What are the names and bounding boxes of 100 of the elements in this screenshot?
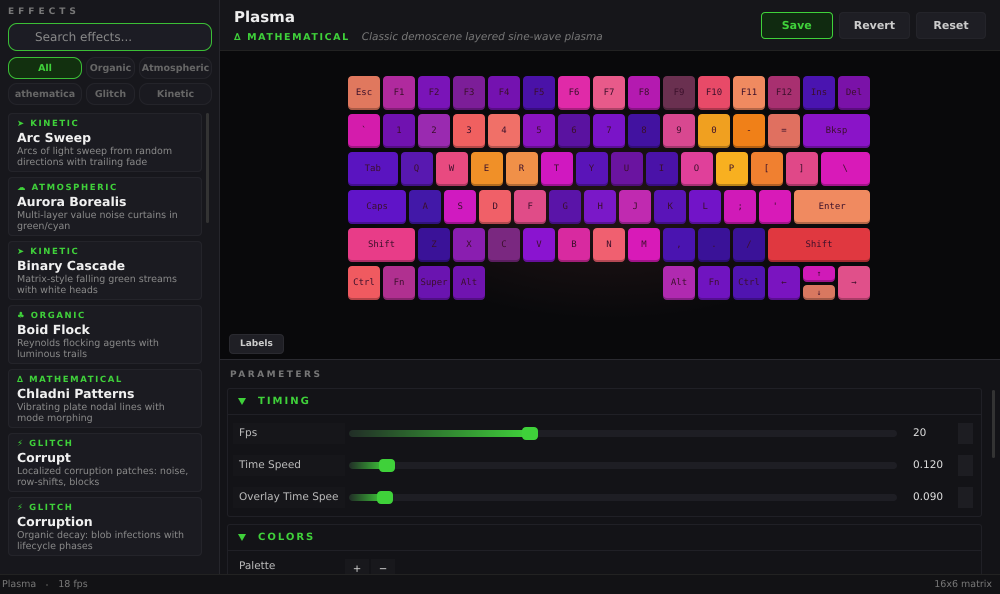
keyboard-key[interactable]: B [558, 228, 590, 262]
labels-button[interactable]: Labels [229, 334, 284, 354]
effect-card[interactable]: ⚡ GLITCH Corruption Organic decay: blob infections with lifecycle phases [8, 497, 202, 556]
slider-thumb[interactable] [522, 426, 538, 440]
keyboard-key[interactable]: F7 [593, 76, 625, 110]
keyboard-key[interactable]: Ctrl [348, 266, 380, 300]
keyboard-key[interactable]: C [488, 228, 520, 262]
keyboard-key[interactable]: ] [786, 152, 818, 186]
section-title: COLORS [258, 532, 316, 543]
keyboard-key[interactable]: F [514, 190, 546, 224]
effect-card[interactable]: ➤ KINETIC Binary Cascade Matrix-style falling green streams with white heads [8, 241, 202, 300]
save-button[interactable]: Save [760, 12, 833, 38]
slider[interactable] [349, 430, 897, 437]
effect-card[interactable]: ➤ KINETIC Arc Sweep Arcs of light sweep from random directions with trailing fade [8, 113, 202, 172]
section-heading: PARAMETERS [230, 370, 322, 380]
search-field[interactable]: Search effects... [8, 23, 212, 51]
keyboard-key[interactable]: J [619, 190, 652, 224]
keyboard-key[interactable]: Caps [348, 190, 406, 224]
keyboard-key[interactable]: - [733, 114, 765, 148]
toolbar-button[interactable]: Revert [838, 12, 910, 38]
keyboard-key[interactable]: Alt [663, 266, 695, 300]
keyboard-key[interactable]: N [593, 228, 625, 262]
keyboard-key[interactable]: W [436, 152, 468, 186]
keyboard-key[interactable]: 1 [383, 114, 415, 148]
keyboard-key[interactable]: P [716, 152, 748, 186]
keyboard-key[interactable]: 4 [488, 114, 520, 148]
remove-button[interactable]: − [371, 559, 395, 574]
effect-card[interactable]: ⚡ GLITCH Corrupt Localized corruption patches: noise, row-shifts, blocks [8, 433, 202, 492]
keyboard-key[interactable]: ' [759, 190, 792, 224]
keyboard-key[interactable]: ` [348, 114, 380, 148]
keyboard-key[interactable]: ↑ [803, 266, 835, 282]
value-field[interactable]: 0.120 [905, 455, 955, 476]
keyboard-key[interactable]: L [689, 190, 722, 224]
toolbar-button[interactable]: Reset [916, 12, 986, 38]
effect-card[interactable]: ∆ MATHEMATICAL Chladni Patterns Vibrating plate nodal lines with mode morphing [8, 369, 202, 428]
keyboard-key[interactable]: F3 [453, 76, 485, 110]
keyboard-key[interactable]: M [628, 228, 660, 262]
section-header[interactable]: TIMING [228, 389, 981, 415]
keyboard-key[interactable]: O [680, 152, 712, 186]
keyboard-key[interactable]: X [453, 228, 485, 262]
effect-name: Boid Flock [17, 322, 90, 338]
keyboard-key[interactable]: 3 [453, 114, 485, 148]
keyboard-key[interactable]: Enter [794, 190, 870, 224]
slider-thumb[interactable] [376, 490, 393, 504]
keyboard-key[interactable]: E [470, 152, 502, 186]
keyboard-key[interactable]: ↓ [803, 284, 835, 300]
effect-card[interactable]: ♣ ORGANIC Boid Flock Reynolds flocking agents with luminous trails [8, 305, 202, 364]
filter-chip[interactable]: Organic [86, 57, 135, 79]
keyboard-key[interactable]: 0 [698, 114, 730, 148]
keyboard-key[interactable]: D [479, 190, 512, 224]
keyboard-key[interactable]: Esc [348, 76, 380, 110]
status-matrix: 16x6 matrix [934, 579, 992, 590]
filter-chip[interactable]: All [8, 57, 82, 79]
keyboard-key[interactable]: Alt [453, 266, 485, 300]
keyboard-key[interactable]: Bksp [803, 114, 870, 148]
keyboard-key[interactable]: S [444, 190, 476, 224]
add-button[interactable]: + [345, 559, 369, 574]
keyboard-key[interactable]: [ [750, 152, 782, 186]
keyboard-key[interactable]: H [584, 190, 616, 224]
section-header[interactable]: COLORS [228, 525, 981, 551]
scrollbar[interactable] [992, 390, 995, 458]
keyboard-key[interactable]: V [523, 228, 555, 262]
keyboard-key[interactable]: ; [724, 190, 756, 224]
keyboard-key[interactable]: Del [838, 76, 870, 110]
keyboard-key[interactable]: F10 [698, 76, 730, 110]
keyboard-key[interactable]: Fn [698, 266, 730, 300]
filter-chip[interactable]: Atmospheric [139, 57, 212, 79]
slider-thumb[interactable] [379, 458, 396, 472]
keyboard-key[interactable]: R [506, 152, 538, 186]
keyboard-key[interactable]: T [540, 152, 572, 186]
keyboard-key[interactable]: Shift [348, 228, 415, 262]
effect-card[interactable]: ☁ ATMOSPHERIC Aurora Borealis Multi-layer value noise curtains in green/cyan [8, 177, 202, 236]
keyboard-key[interactable]: Shift [768, 228, 870, 262]
keyboard-key[interactable]: F6 [558, 76, 590, 110]
filter-chip[interactable]: athematica [8, 83, 82, 105]
effect-category: ➤ KINETIC [17, 247, 80, 258]
keyboard-key[interactable]: \ [820, 152, 870, 186]
keyboard-key[interactable]: F2 [418, 76, 450, 110]
keyboard-key[interactable]: 2 [418, 114, 450, 148]
keyboard-key[interactable]: 7 [593, 114, 625, 148]
slider[interactable] [349, 494, 897, 501]
keyboard-key[interactable]: Super [418, 266, 450, 300]
keyboard-key[interactable]: F11 [733, 76, 765, 110]
value-field[interactable]: 20 [905, 423, 955, 444]
keyboard-key[interactable]: F4 [488, 76, 520, 110]
value-field[interactable]: 0.090 [905, 487, 955, 508]
keyboard-key[interactable]: F8 [628, 76, 660, 110]
filter-chip[interactable]: Kinetic [139, 83, 212, 105]
keyboard-key[interactable]: F12 [768, 76, 800, 110]
keyboard-key[interactable]: Fn [383, 266, 415, 300]
keyboard-key[interactable]: → [838, 266, 870, 300]
slider[interactable] [349, 462, 897, 469]
status-effect: Plasma [2, 579, 36, 590]
keyboard-key[interactable]: F1 [383, 76, 415, 110]
keyboard-key[interactable]: 5 [523, 114, 555, 148]
effect-description: Arcs of light sweep from random directions with trailing fade [17, 146, 174, 168]
filter-chip[interactable]: Glitch [86, 83, 135, 105]
keyboard-key[interactable]: 9 [663, 114, 695, 148]
keyboard-key[interactable]: ← [768, 266, 800, 300]
keyboard-key[interactable]: = [768, 114, 800, 148]
